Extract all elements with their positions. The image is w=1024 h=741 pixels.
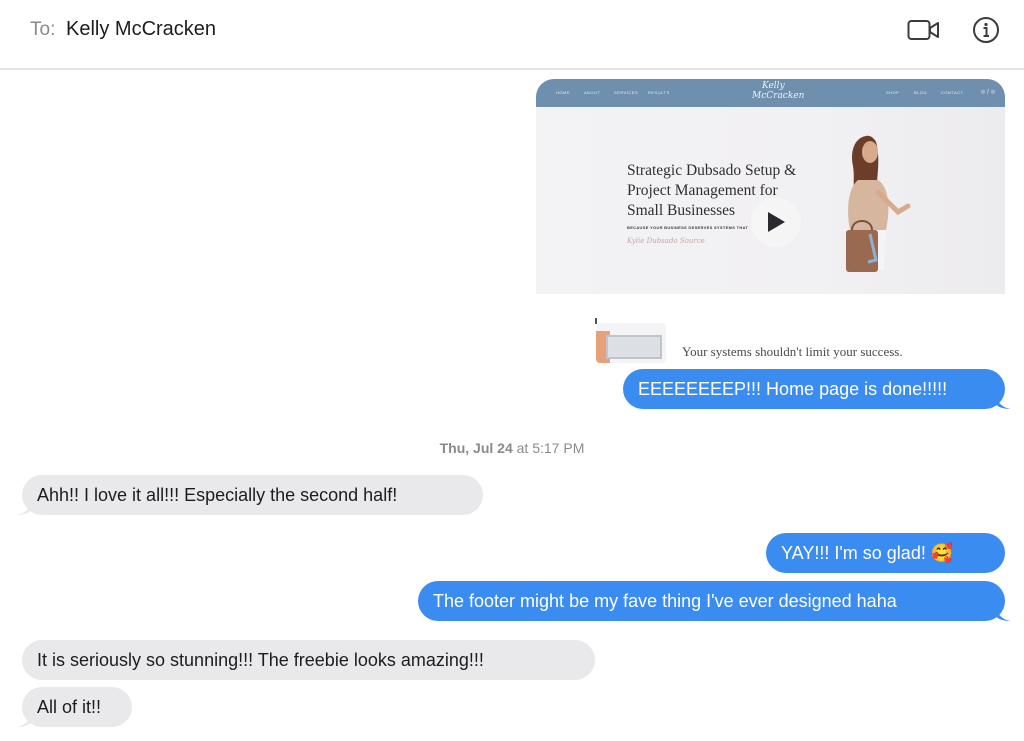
message-bubble-received[interactable]: It is seriously so stunning!!! The freeb… [22, 640, 595, 680]
preview-nav-shop: SHOP [886, 90, 900, 95]
timestamp-time: 5:17 PM [532, 440, 585, 456]
message-text: All of it!! [37, 697, 102, 717]
bubble-tail [16, 499, 32, 515]
preview-headline-line2: Project Management for [627, 182, 778, 199]
preview-social-icons: ◎ ƒ ◎ [981, 89, 996, 95]
preview-logo-line2: McCracken [752, 91, 805, 101]
message-bubble-received[interactable]: Ahh!! I love it all!!! Especially the se… [16, 475, 483, 515]
message-text: It is seriously so stunning!!! The freeb… [37, 650, 484, 670]
preview-caption: Your systems shouldn't limit your succes… [682, 344, 903, 359]
message-bubble-sent[interactable]: EEEEEEEEP!!! Home page is done!!!!! [623, 369, 1011, 409]
timestamp: Thu, Jul 24 at 5:17 PM [0, 440, 1024, 456]
conversation-header: To: Kelly McCracken [0, 0, 1024, 70]
website-preview-attachment[interactable]: HOME ABOUT SERVICES RESULTS Kelly McCrac… [536, 79, 1005, 294]
message-bubble-sent[interactable]: The footer might be my fave thing I've e… [418, 581, 1011, 621]
bubble-tail [995, 605, 1011, 621]
message-text: YAY!!! I'm so glad! 🥰 [781, 543, 954, 563]
recipient-name[interactable]: Kelly McCracken [66, 18, 216, 41]
preview-logo-line1: Kelly [762, 81, 785, 91]
preview-signature: Kylie Dubsado Source [627, 237, 705, 245]
preview-nav-blog: BLOG [914, 90, 928, 95]
caption-thumbnail [596, 323, 666, 363]
preview-nav-bar: HOME ABOUT SERVICES RESULTS Kelly McCrac… [536, 79, 1005, 107]
video-call-icon[interactable] [906, 14, 942, 46]
message-text: The footer might be my fave thing I've e… [433, 591, 897, 611]
preview-nav-results: RESULTS [648, 90, 670, 95]
preview-nav-contact: CONTACT [941, 90, 964, 95]
message-text: Ahh!! I love it all!!! Especially the se… [37, 485, 398, 505]
timestamp-day: Thu, Jul 24 [439, 440, 513, 456]
bubble-tail [16, 711, 32, 727]
play-icon[interactable] [751, 197, 801, 247]
preview-nav-about: ABOUT [584, 90, 601, 95]
to-label: To: [30, 19, 56, 40]
bubble-tail [995, 393, 1011, 409]
preview-nav-services: SERVICES [614, 90, 639, 95]
info-icon[interactable] [968, 14, 1004, 46]
message-bubble-received[interactable]: All of it!! [16, 687, 132, 727]
message-bubble-sent[interactable]: YAY!!! I'm so glad! 🥰 [766, 533, 1005, 573]
preview-woman-image [846, 135, 911, 272]
timestamp-at: at [516, 440, 529, 456]
preview-nav-home: HOME [556, 90, 570, 95]
preview-logo: Kelly McCracken [752, 81, 804, 101]
preview-tagline: BECAUSE YOUR BUSINESS DESERVES SYSTEMS T… [627, 225, 749, 230]
preview-headline-line1: Strategic Dubsado Setup & [627, 162, 797, 179]
message-text: EEEEEEEEP!!! Home page is done!!!!! [638, 379, 948, 399]
